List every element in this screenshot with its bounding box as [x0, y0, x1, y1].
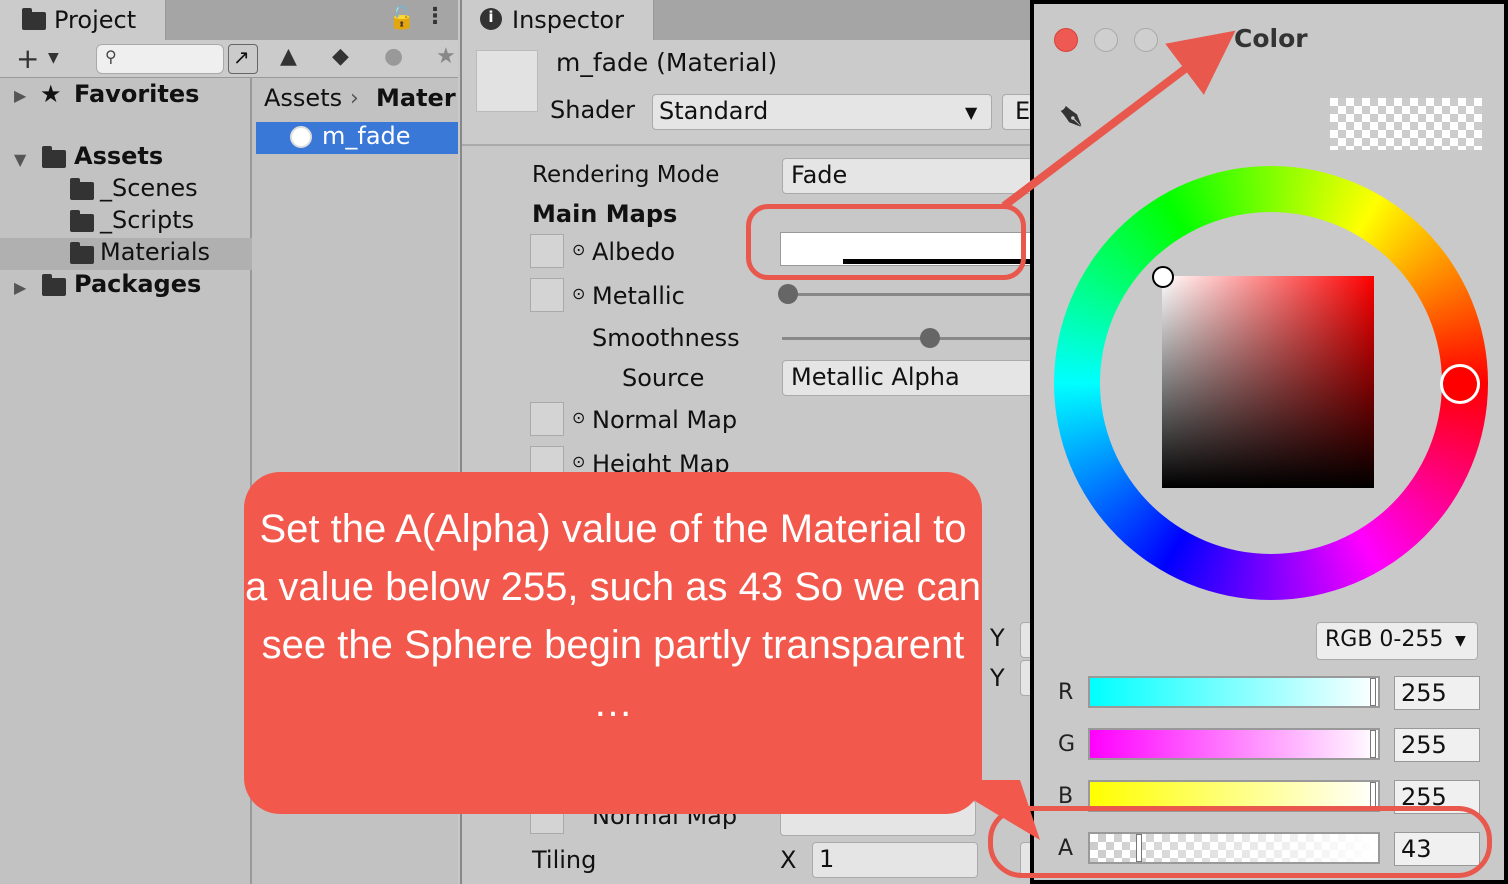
- callout-text: Set the A(Alpha) value of the Material t…: [244, 507, 982, 725]
- instruction-callout: Set the A(Alpha) value of the Material t…: [244, 472, 982, 814]
- arrow-to-color-title: [1001, 30, 1236, 210]
